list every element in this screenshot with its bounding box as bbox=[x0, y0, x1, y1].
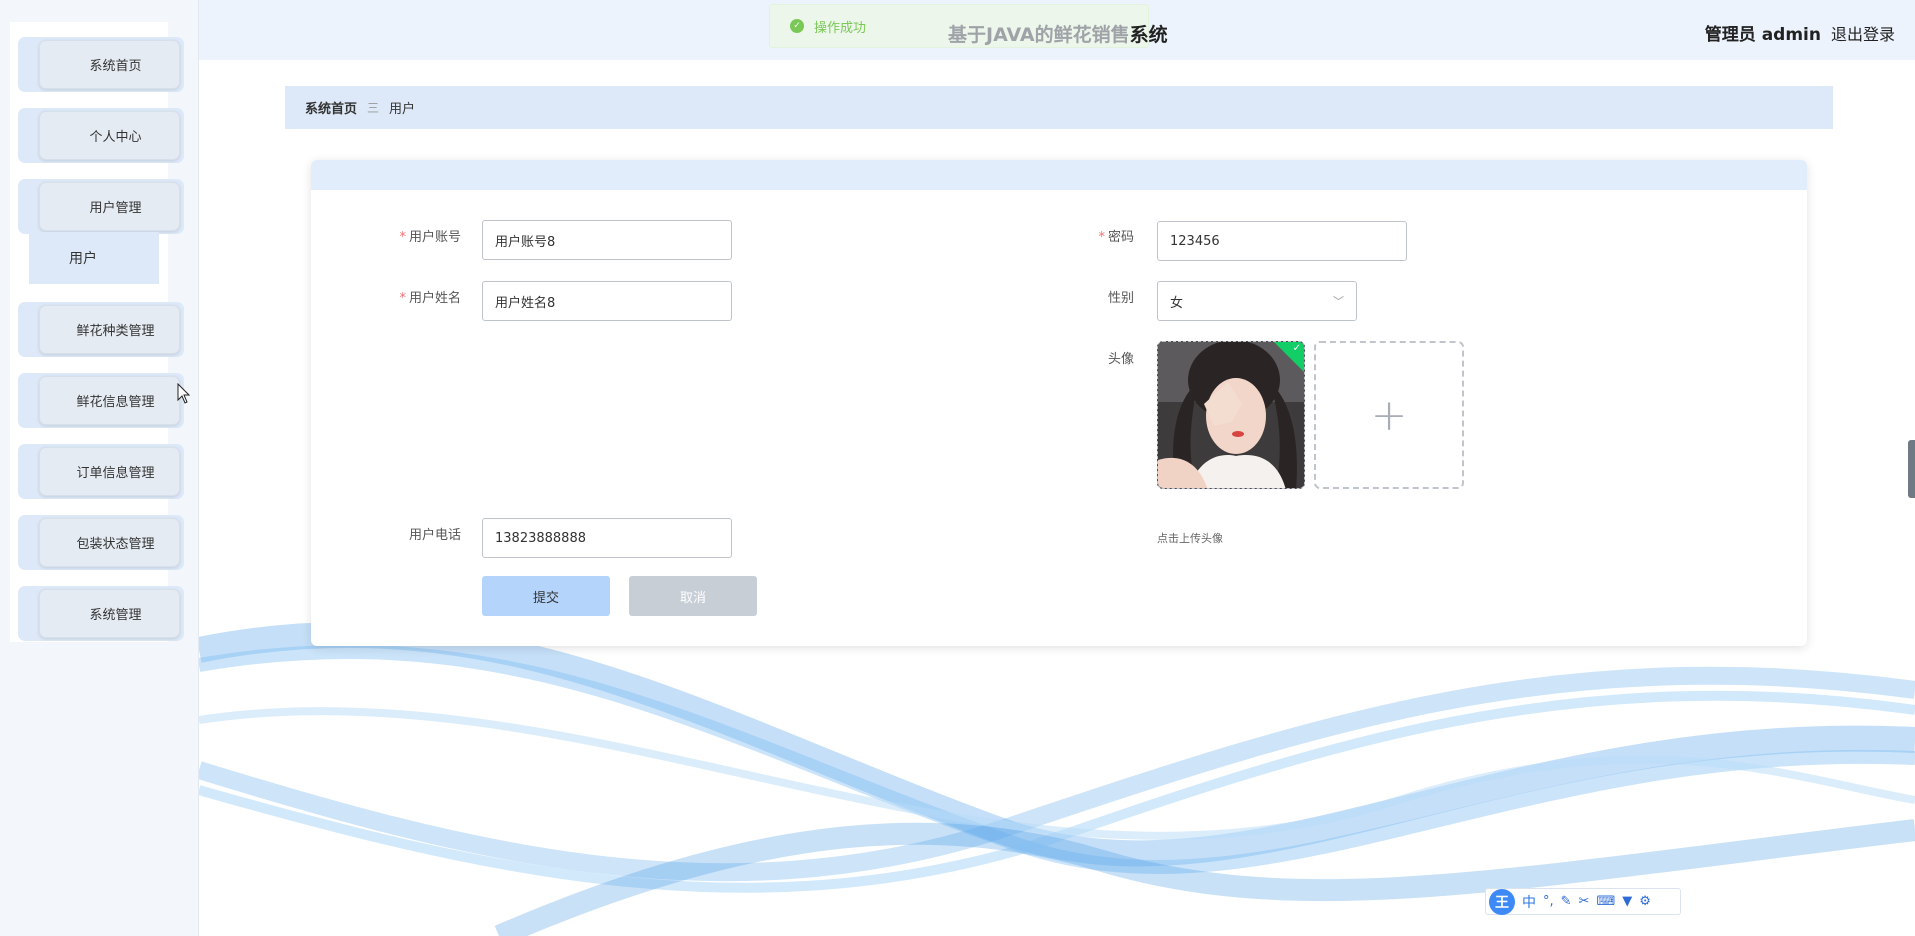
required-mark: * bbox=[1098, 230, 1105, 245]
breadcrumb-home[interactable]: 系统首页 bbox=[305, 98, 357, 117]
keyboard-icon[interactable]: ⌨ bbox=[1596, 894, 1615, 909]
name-label-text: 用户姓名 bbox=[408, 291, 461, 306]
password-input[interactable]: 123456 bbox=[1157, 221, 1407, 261]
plus-icon: + bbox=[1370, 389, 1408, 441]
card-header-strip bbox=[311, 160, 1807, 190]
cancel-button[interactable]: 取消 bbox=[629, 576, 757, 616]
sidebar-item-label: 包装状态管理 bbox=[39, 518, 180, 567]
title-faded-part: 基于JAVA的鲜花销售 bbox=[948, 24, 1130, 46]
gender-select[interactable]: 女 ﹀ bbox=[1157, 281, 1357, 321]
sidebar-item-flower-category[interactable]: 鲜花种类管理 bbox=[18, 302, 184, 357]
skin-icon[interactable]: ▼ bbox=[1622, 894, 1632, 909]
breadcrumb-current: 用户 bbox=[389, 102, 416, 117]
sidebar-item-label: 用户管理 bbox=[39, 182, 180, 231]
name-label: * 用户姓名 bbox=[311, 289, 461, 309]
upload-avatar-button[interactable]: + bbox=[1314, 341, 1464, 489]
password-label-text: 密码 bbox=[1107, 230, 1134, 245]
side-scroll-tab[interactable] bbox=[1908, 440, 1915, 498]
sidebar-item-home[interactable]: 系统首页 bbox=[18, 37, 184, 92]
gender-label: 性别 bbox=[1107, 291, 1134, 306]
mouse-cursor-icon bbox=[177, 383, 191, 404]
sidebar-item-label: 鲜花种类管理 bbox=[39, 305, 180, 354]
gender-select-value: 女 bbox=[1170, 295, 1184, 311]
punctuation-icon[interactable]: °, bbox=[1543, 894, 1554, 909]
submit-button[interactable]: 提交 bbox=[482, 576, 610, 616]
account-label-text: 用户账号 bbox=[408, 230, 461, 245]
name-input[interactable]: 用户姓名8 bbox=[482, 281, 732, 321]
top-header: ✓ 操作成功 基于JAVA的鲜花销售系统 管理员 admin 退出登录 bbox=[199, 0, 1915, 60]
user-info: 管理员 admin 退出登录 bbox=[1704, 20, 1895, 46]
avatar-preview[interactable]: ✓ bbox=[1157, 341, 1305, 489]
scissors-icon[interactable]: ✂ bbox=[1579, 894, 1590, 909]
account-input[interactable]: 用户账号8 bbox=[482, 220, 732, 260]
sidebar-item-system-management[interactable]: 系统管理 bbox=[18, 586, 184, 641]
sidebar-item-packaging-status[interactable]: 包装状态管理 bbox=[18, 515, 184, 570]
phone-label: 用户电话 bbox=[408, 528, 461, 543]
chevron-down-icon: ﹀ bbox=[1333, 295, 1344, 308]
sidebar-item-flower-info[interactable]: 鲜花信息管理 bbox=[18, 373, 184, 428]
password-label: * 密码 bbox=[984, 228, 1134, 248]
required-mark: * bbox=[399, 291, 406, 306]
title-visible-part: 系统 bbox=[1129, 24, 1168, 46]
required-mark: * bbox=[399, 230, 406, 245]
background-waves bbox=[199, 621, 1915, 936]
gear-icon[interactable]: ⚙ bbox=[1639, 894, 1651, 909]
sidebar-item-user-management[interactable]: 用户管理 bbox=[18, 179, 184, 234]
check-circle-icon: ✓ bbox=[790, 19, 804, 33]
ime-logo-icon[interactable]: 王 bbox=[1489, 888, 1515, 915]
sidebar-item-order-info[interactable]: 订单信息管理 bbox=[18, 444, 184, 499]
sidebar-item-label: 系统管理 bbox=[39, 589, 180, 638]
sidebar-item-personal-center[interactable]: 个人中心 bbox=[18, 108, 184, 163]
ime-toolbar: 王 中 °, ✎ ✂ ⌨ ▼ ⚙ bbox=[1485, 888, 1681, 915]
user-form-card: * 用户账号 用户账号8 * 密码 123456 * 用户姓名 用户姓名8 性别 女 … bbox=[311, 160, 1807, 646]
logout-link[interactable]: 退出登录 bbox=[1831, 21, 1895, 45]
pen-icon[interactable]: ✎ bbox=[1561, 894, 1572, 909]
sidebar-item-label: 鲜花信息管理 bbox=[39, 376, 180, 425]
breadcrumb-separator: 三 bbox=[367, 101, 380, 115]
check-icon: ✓ bbox=[1292, 343, 1301, 354]
ime-mode-toggle[interactable]: 中 bbox=[1522, 892, 1536, 912]
upload-tip: 点击上传头像 bbox=[1157, 532, 1223, 545]
sidebar: 系统首页 个人中心 用户管理 用户 鲜花种类管理 鲜花信息管理 订单信息管理 包… bbox=[0, 0, 199, 936]
sidebar-subitem-user[interactable]: 用户 bbox=[29, 232, 159, 284]
breadcrumb: 系统首页 三 用户 bbox=[285, 86, 1833, 129]
page-title: 基于JAVA的鲜花销售系统 bbox=[948, 20, 1168, 47]
avatar-label: 头像 bbox=[1107, 352, 1134, 367]
sidebar-item-label: 订单信息管理 bbox=[39, 447, 180, 496]
sidebar-item-label: 个人中心 bbox=[39, 111, 180, 160]
account-label: * 用户账号 bbox=[311, 228, 461, 248]
sidebar-item-label: 系统首页 bbox=[39, 40, 180, 89]
phone-input[interactable]: 13823888888 bbox=[482, 518, 732, 558]
admin-name: 管理员 admin bbox=[1704, 25, 1821, 45]
toast-message: 操作成功 bbox=[814, 20, 867, 36]
